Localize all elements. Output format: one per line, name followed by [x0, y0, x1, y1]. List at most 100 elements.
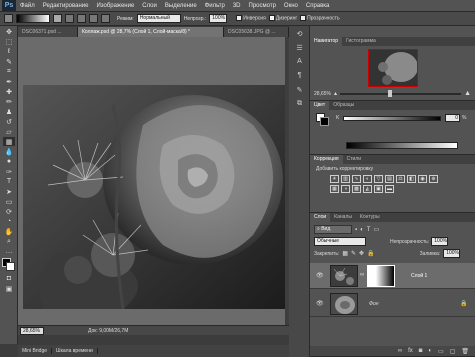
brush-panel-icon[interactable]: ✎ [293, 86, 306, 96]
menu-image[interactable]: Изображение [92, 3, 138, 9]
tool-preset-picker[interactable] [4, 14, 13, 23]
hue-saturation-icon[interactable]: ▤ [385, 175, 394, 183]
reverse-checkbox[interactable]: Инверсия [236, 15, 266, 22]
layer-row-background[interactable]: 👁 Фон 🔒 [310, 291, 475, 317]
reflected-gradient-button[interactable] [89, 14, 98, 23]
navigator-thumbnail[interactable] [367, 49, 418, 87]
threshold-icon[interactable]: ◭ [363, 185, 372, 193]
healing-brush-tool-icon[interactable]: ✚ [3, 87, 15, 96]
menu-filter[interactable]: Фильтр [201, 3, 229, 9]
doc-tab-1[interactable]: DSC06371.psd ... [18, 27, 78, 37]
link-icon[interactable]: ∞ [360, 272, 364, 278]
filter-type-icon[interactable]: T [367, 227, 371, 233]
posterize-icon[interactable]: ▩ [352, 185, 361, 193]
character-panel-icon[interactable]: A [293, 58, 306, 68]
tab-navigator[interactable]: Навигатор [310, 37, 343, 46]
color-swatches[interactable] [1, 258, 17, 272]
shape-tool-icon[interactable]: ▭ [3, 197, 15, 206]
filter-shape-icon[interactable]: ▭ [373, 226, 379, 233]
quick-mask-icon[interactable]: ◘ [3, 274, 15, 283]
clone-source-panel-icon[interactable]: ⧉ [293, 100, 306, 110]
color-spectrum-bar[interactable] [346, 142, 458, 149]
delete-layer-icon[interactable]: 🗑 [461, 348, 469, 355]
black-white-icon[interactable]: ◧ [407, 175, 416, 183]
mini-bridge-tab[interactable]: Mini Bridge [18, 348, 53, 354]
navigator-zoom-slider[interactable] [340, 89, 462, 97]
hand-tool-icon[interactable]: ✋ [3, 227, 15, 236]
doc-tab-active[interactable]: Коллаж.psd @ 28,7% (Слой 1, Слой-маска/8… [78, 27, 224, 37]
tab-swatches[interactable]: Образцы [329, 101, 358, 110]
menu-select[interactable]: Выделение [161, 3, 201, 9]
timeline-tab[interactable]: Шкала времени [52, 348, 98, 354]
brush-tool-icon[interactable]: ✏ [3, 97, 15, 106]
layer-style-icon[interactable]: fx [408, 348, 413, 354]
layer-mask-thumbnail[interactable] [367, 265, 395, 287]
link-layers-icon[interactable]: ∞ [398, 348, 402, 354]
menu-3d[interactable]: 3D [229, 3, 245, 9]
lock-position-icon[interactable]: ✥ [359, 250, 364, 257]
dither-checkbox[interactable]: ✓ Дизеринг [268, 15, 297, 22]
eye-icon[interactable]: 👁 [316, 272, 324, 279]
zoom-in-icon[interactable]: ▲ [464, 90, 471, 97]
photo-filter-icon[interactable]: ◉ [418, 175, 427, 183]
menu-file[interactable]: Файл [16, 3, 39, 9]
layer-name[interactable]: Фон [369, 301, 379, 307]
color-value-field[interactable]: 0 [445, 114, 460, 122]
angle-gradient-button[interactable] [77, 14, 86, 23]
pen-tool-icon[interactable]: ✑ [3, 167, 15, 176]
color-lookup-icon[interactable]: ▦ [330, 185, 339, 193]
background-color-swatch[interactable] [6, 262, 15, 271]
layer-thumbnail[interactable] [330, 293, 358, 315]
channel-mixer-icon[interactable]: ⊕ [429, 175, 438, 183]
blend-mode-select[interactable]: Обычные [314, 237, 366, 246]
tab-adjustments[interactable]: Коррекция [310, 155, 343, 164]
move-tool-icon[interactable]: ✥ [3, 27, 15, 36]
brightness-contrast-icon[interactable]: ☀ [330, 175, 339, 183]
path-select-tool-icon[interactable]: ➤ [3, 187, 15, 196]
history-panel-icon[interactable]: ⟲ [293, 30, 306, 40]
new-adjustment-icon[interactable]: ◐ [428, 348, 432, 354]
zoom-level-field[interactable]: 28,65% [20, 326, 44, 335]
marquee-tool-icon[interactable]: ⬚ [3, 37, 15, 46]
dodge-tool-icon[interactable]: ● [3, 157, 15, 166]
tab-styles[interactable]: Стили [343, 155, 365, 164]
tab-channels[interactable]: Каналы [330, 213, 356, 222]
screen-mode-icon[interactable]: ▣ [3, 284, 15, 293]
menu-view[interactable]: Просмотр [245, 3, 280, 9]
zoom-tool-icon[interactable]: ⌕ [3, 237, 15, 246]
quick-select-tool-icon[interactable]: ✎ [3, 57, 15, 66]
color-balance-icon[interactable]: ⚖ [396, 175, 405, 183]
gradient-tool-icon[interactable]: ▦ [3, 137, 15, 146]
3d-rotate-tool-icon[interactable]: ⟳ [3, 207, 15, 216]
gradient-map-icon[interactable]: ▬ [385, 185, 394, 193]
color-swatch-box[interactable] [316, 113, 330, 127]
layer-name[interactable]: Слой 1 [411, 273, 427, 279]
tab-layers[interactable]: Слои [310, 213, 331, 222]
color-k-slider[interactable] [343, 116, 441, 121]
paragraph-panel-icon[interactable]: ¶ [293, 72, 306, 82]
filter-adjustment-icon[interactable]: ◐ [360, 227, 364, 233]
menu-layers[interactable]: Слои [138, 3, 161, 9]
mode-select[interactable]: Нормальный [136, 14, 181, 23]
history-brush-tool-icon[interactable]: ↺ [3, 117, 15, 126]
navigator-slider-thumb[interactable] [388, 89, 393, 97]
collage-image[interactable] [23, 85, 286, 309]
vibrance-icon[interactable]: ▽ [374, 175, 383, 183]
3d-camera-tool-icon[interactable]: ◔ [3, 217, 15, 226]
navigator-zoom-value[interactable]: 28,65% [314, 91, 334, 97]
color-bg-swatch[interactable] [320, 117, 329, 126]
gradient-picker[interactable] [16, 14, 50, 23]
opacity-field[interactable]: 100% [209, 14, 228, 23]
linear-gradient-button[interactable] [53, 14, 62, 23]
document-info[interactable]: Док: 9,00M/26,7M [88, 328, 128, 334]
properties-panel-icon[interactable]: ☰ [293, 44, 306, 54]
blur-tool-icon[interactable]: 💧 [3, 147, 15, 156]
tab-color[interactable]: Цвет [310, 101, 330, 110]
invert-icon[interactable]: ◑ [341, 185, 350, 193]
eye-icon[interactable]: 👁 [316, 300, 324, 307]
radial-gradient-button[interactable] [65, 14, 74, 23]
fill-field[interactable]: 100% [443, 249, 461, 258]
transparency-checkbox[interactable]: ✓ Прозрачность [300, 15, 340, 22]
layer-row-layer1[interactable]: 👁 ∞ Слой 1 [310, 263, 475, 289]
doc-tab-3[interactable]: DSC05638.JPG @ ... [224, 27, 289, 37]
